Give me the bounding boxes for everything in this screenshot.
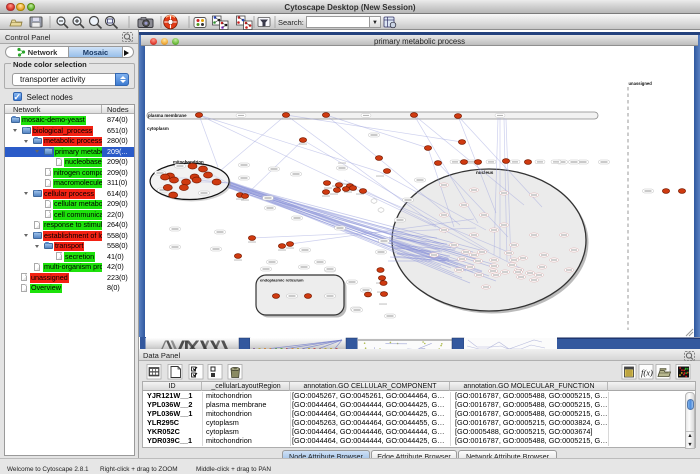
- svg-text:cytoplasm: cytoplasm: [147, 126, 169, 131]
- svg-text:f(x): f(x): [641, 368, 653, 378]
- svg-text:endoplasmic reticulum: endoplasmic reticulum: [260, 278, 304, 283]
- svg-text:unassigned: unassigned: [629, 81, 653, 86]
- svg-text:mitochondrion: mitochondrion: [173, 160, 204, 165]
- svg-text:nucleus: nucleus: [476, 170, 494, 175]
- svg-text:plasma membrane: plasma membrane: [148, 113, 187, 118]
